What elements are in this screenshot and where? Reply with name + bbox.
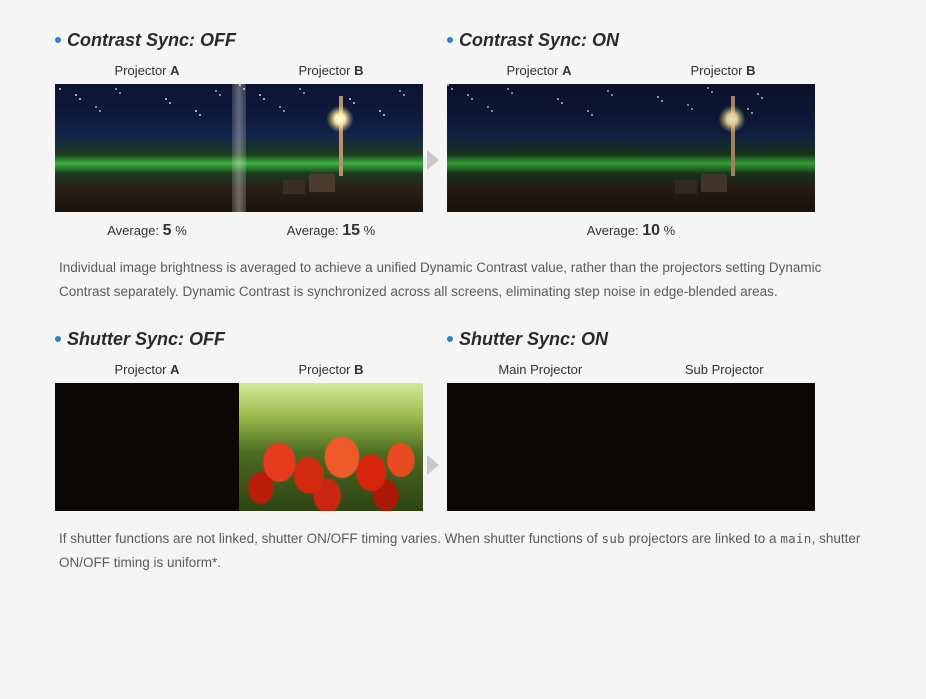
contrast-on-avg: Average: 10 % <box>447 222 815 240</box>
aurora-dim-half <box>55 84 239 212</box>
contrast-off-averages: Average: 5 % Average: 15 % <box>55 222 423 240</box>
shutter-off-proj-a-label: Projector A <box>114 362 179 377</box>
contrast-on-proj-a-label: Projector A <box>506 63 571 78</box>
contrast-off-heading-text: Contrast Sync: OFF <box>67 30 236 50</box>
shutter-on-heading: Shutter Sync: ON <box>447 329 815 350</box>
contrast-on-proj-b-label: Projector B <box>690 63 755 78</box>
contrast-off-heading: Contrast Sync: OFF <box>55 30 423 51</box>
shutter-on-pane: Shutter Sync: ON Main Projector Sub Proj… <box>447 329 815 511</box>
shutter-off-image <box>55 383 423 511</box>
contrast-on-labels: Projector A Projector B <box>447 63 815 78</box>
shutter-off-pane: Shutter Sync: OFF Projector A Projector … <box>55 329 423 511</box>
shutter-off-heading: Shutter Sync: OFF <box>55 329 423 350</box>
contrast-off-pane: Contrast Sync: OFF Projector A Projector… <box>55 30 423 240</box>
contrast-off-proj-a-label: Projector A <box>114 63 179 78</box>
contrast-off-avg-b: Average: 15 % <box>239 222 423 240</box>
aurora-unified <box>447 84 815 212</box>
contrast-off-avg-a: Average: 5 % <box>55 222 239 240</box>
contrast-on-image <box>447 84 815 212</box>
tulips-image <box>239 383 423 511</box>
shutter-off-heading-text: Shutter Sync: OFF <box>67 329 225 349</box>
contrast-on-averages: Average: 10 % <box>447 222 815 240</box>
sub-term: sub <box>602 531 625 546</box>
contrast-off-labels: Projector A Projector B <box>55 63 423 78</box>
shutter-description: If shutter functions are not linked, shu… <box>55 527 871 574</box>
arrow-right-icon <box>427 455 439 475</box>
aurora-bright-half <box>239 84 423 212</box>
shutter-on-heading-text: Shutter Sync: ON <box>459 329 608 349</box>
bullet-icon <box>55 37 61 43</box>
arrow-right-icon <box>427 150 439 170</box>
contrast-on-heading: Contrast Sync: ON <box>447 30 815 51</box>
contrast-off-image <box>55 84 423 212</box>
contrast-on-heading-text: Contrast Sync: ON <box>459 30 619 50</box>
bullet-icon <box>55 336 61 342</box>
shutter-on-sub-label: Sub Projector <box>685 362 764 377</box>
main-term: main <box>780 531 811 546</box>
shutter-on-image <box>447 383 815 511</box>
shutter-on-labels: Main Projector Sub Projector <box>447 362 815 377</box>
shutter-sync-section: Shutter Sync: OFF Projector A Projector … <box>55 329 871 574</box>
bullet-icon <box>447 37 453 43</box>
shutter-off-labels: Projector A Projector B <box>55 362 423 377</box>
contrast-sync-section: Contrast Sync: OFF Projector A Projector… <box>55 30 871 303</box>
shutter-off-proj-b-label: Projector B <box>298 362 363 377</box>
shutter-on-main-label: Main Projector <box>498 362 582 377</box>
bullet-icon <box>447 336 453 342</box>
blend-seam <box>232 84 246 212</box>
contrast-on-pane: Contrast Sync: ON Projector A Projector … <box>447 30 815 240</box>
contrast-description: Individual image brightness is averaged … <box>55 256 871 303</box>
shutter-off-visible-half <box>239 383 423 511</box>
contrast-off-proj-b-label: Projector B <box>298 63 363 78</box>
